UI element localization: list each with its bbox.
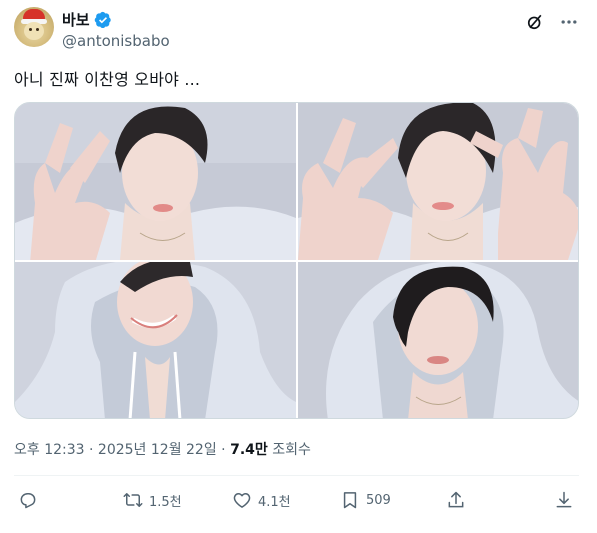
share-button[interactable]: [446, 490, 466, 510]
meta-separator: ·: [216, 442, 231, 458]
photo-1[interactable]: [15, 103, 296, 260]
verified-badge-icon: [94, 11, 112, 29]
tweet: 바보 @antonisbabo 아니 진짜 이찬영 오바야 ... 오후 12:…: [0, 0, 597, 533]
reply-icon: [20, 493, 36, 509]
retweet-button[interactable]: 1.5천: [123, 490, 182, 510]
avatar[interactable]: [14, 7, 54, 47]
divider: [14, 475, 579, 476]
grok-icon[interactable]: [525, 12, 545, 32]
tweet-date[interactable]: 2025년 12월 22일: [98, 442, 217, 458]
handle[interactable]: @antonisbabo: [62, 32, 170, 50]
bookmark-count: 509: [366, 492, 391, 508]
bookmark-icon: [343, 492, 357, 509]
action-bar: 1.5천 4.1천 509: [0, 485, 597, 515]
retweet-icon: [123, 493, 143, 507]
view-count: 7.4만: [230, 442, 268, 458]
download-icon: [556, 491, 572, 508]
download-button[interactable]: [554, 490, 574, 510]
tweet-text: 아니 진짜 이찬영 오바야 ...: [14, 70, 201, 89]
tweet-meta: 오후 12:33 · 2025년 12월 22일 · 7.4만 조회수: [14, 439, 311, 459]
photo-2[interactable]: [298, 103, 578, 260]
media-grid: [14, 102, 579, 419]
name-row: 바보: [62, 9, 112, 30]
header-icons: [525, 12, 579, 32]
photo-3[interactable]: [15, 262, 296, 418]
more-icon[interactable]: [559, 12, 579, 32]
photo-4[interactable]: [298, 262, 578, 418]
display-name[interactable]: 바보: [62, 9, 90, 30]
view-label: 조회수: [267, 442, 311, 458]
tweet-time[interactable]: 오후 12:33: [14, 442, 85, 458]
meta-separator: ·: [84, 442, 98, 458]
like-button[interactable]: 4.1천: [232, 490, 291, 510]
dog-face: [24, 22, 44, 40]
heart-icon: [233, 493, 251, 508]
bookmark-button[interactable]: 509: [340, 490, 391, 510]
reply-button[interactable]: [18, 490, 44, 510]
santa-hat: [21, 9, 47, 24]
like-count: 4.1천: [258, 494, 291, 510]
share-icon: [448, 491, 464, 508]
retweet-count: 1.5천: [149, 494, 182, 510]
